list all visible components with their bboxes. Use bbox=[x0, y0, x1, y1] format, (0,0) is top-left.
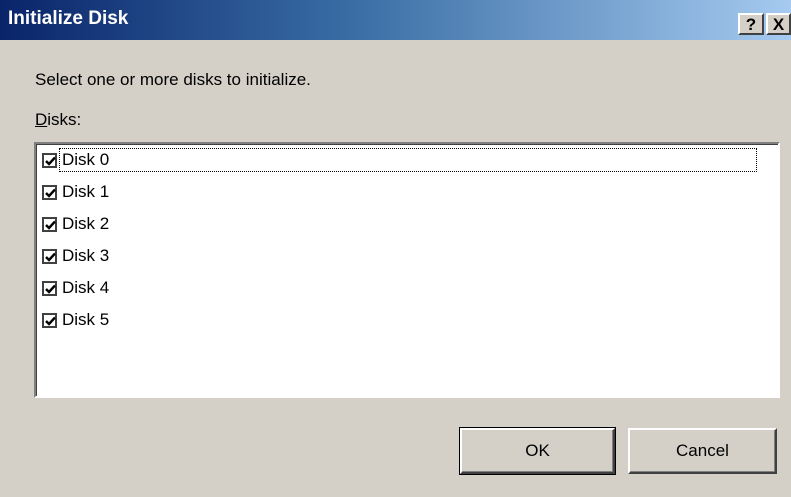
disks-label-mnemonic: D bbox=[35, 110, 48, 129]
disk-checkbox[interactable] bbox=[42, 184, 57, 200]
list-item[interactable]: Disk 0 bbox=[40, 146, 757, 174]
checkmark-icon bbox=[45, 316, 56, 326]
disk-label: Disk 5 bbox=[62, 310, 110, 329]
dialog-title: Initialize Disk bbox=[8, 8, 129, 29]
initialize-disk-dialog: Initialize Disk ? X Select one or more d… bbox=[0, 0, 791, 497]
checkmark-icon bbox=[45, 220, 56, 230]
list-item[interactable]: Disk 5 bbox=[40, 306, 111, 334]
list-item[interactable]: Disk 2 bbox=[40, 210, 111, 238]
disk-label: Disk 4 bbox=[62, 278, 110, 297]
list-item[interactable]: Disk 1 bbox=[40, 178, 111, 206]
disks-label: Disks: bbox=[35, 110, 81, 130]
list-item[interactable]: Disk 3 bbox=[40, 242, 111, 270]
instruction-text: Select one or more disks to initialize. bbox=[35, 70, 311, 89]
help-button[interactable]: ? bbox=[738, 13, 764, 35]
disk-label: Disk 2 bbox=[62, 214, 110, 233]
disk-checkbox[interactable] bbox=[42, 152, 57, 168]
ok-button[interactable]: OK bbox=[459, 427, 616, 475]
disk-checkbox[interactable] bbox=[42, 280, 57, 296]
cancel-button[interactable]: Cancel bbox=[628, 428, 777, 474]
disk-label: Disk 0 bbox=[59, 148, 757, 172]
checkmark-icon bbox=[45, 156, 56, 166]
disk-checkbox[interactable] bbox=[42, 312, 57, 328]
title-bar[interactable]: Initialize Disk ? X bbox=[0, 0, 791, 40]
list-item[interactable]: Disk 4 bbox=[40, 274, 111, 302]
checkmark-icon bbox=[45, 284, 56, 294]
checkmark-icon bbox=[45, 188, 56, 198]
disk-checkbox[interactable] bbox=[42, 216, 57, 232]
disks-listbox[interactable]: Disk 0 Disk 1 Disk 2 Disk 3 Disk 4 Disk … bbox=[34, 142, 780, 398]
close-button[interactable]: X bbox=[766, 13, 791, 35]
checkmark-icon bbox=[45, 252, 56, 262]
disks-label-rest: isks: bbox=[47, 110, 82, 129]
disk-label: Disk 1 bbox=[62, 182, 110, 201]
disk-checkbox[interactable] bbox=[42, 248, 57, 264]
disk-label: Disk 3 bbox=[62, 246, 110, 265]
